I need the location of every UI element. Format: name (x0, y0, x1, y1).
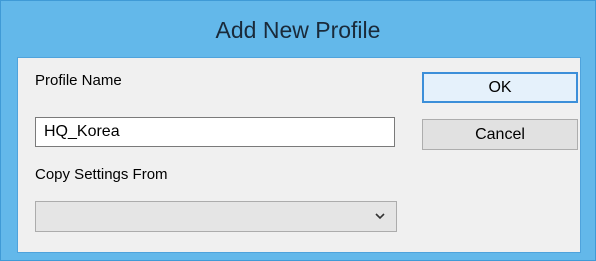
profile-name-input[interactable]: HQ_Korea (35, 117, 395, 147)
cancel-button[interactable]: Cancel (422, 119, 578, 150)
ok-button[interactable]: OK (422, 72, 578, 103)
chevron-down-icon (375, 213, 385, 220)
copy-settings-label: Copy Settings From (35, 166, 168, 183)
dialog-body: Profile Name HQ_Korea Copy Settings From… (17, 57, 581, 253)
copy-settings-dropdown[interactable] (35, 201, 397, 232)
profile-name-label: Profile Name (35, 72, 122, 89)
dialog-title: Add New Profile (215, 17, 381, 43)
add-profile-dialog: Add New Profile Profile Name HQ_Korea Co… (0, 0, 596, 261)
